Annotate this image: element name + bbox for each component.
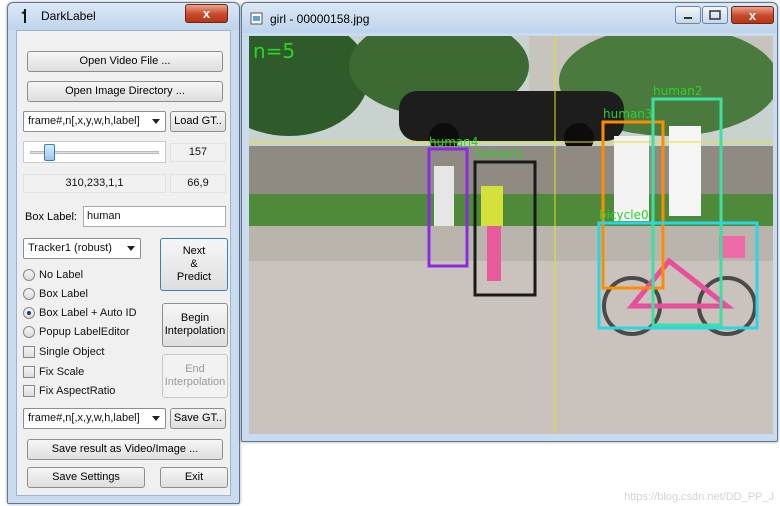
checkbox-fix-scale[interactable]: Fix Scale <box>23 364 84 380</box>
radio-label: Box Label <box>39 288 88 300</box>
checkbox-fix-aspect-ratio[interactable]: Fix AspectRatio <box>23 383 115 399</box>
radio-label: Box Label + Auto ID <box>39 307 137 319</box>
right-titlebar[interactable]: girl - 00000158.jpg x <box>242 3 777 33</box>
radio-button[interactable] <box>23 307 35 319</box>
save-format-value: frame#,n[,x,y,w,h,label] <box>28 412 140 424</box>
left-titlebar[interactable]: DarkLabel x <box>8 3 239 30</box>
image-viewer-window: girl - 00000158.jpg x n=5 human4 human1 … <box>241 2 778 442</box>
image-file-icon <box>250 12 263 25</box>
end-interpolation-button[interactable]: End Interpolation <box>162 354 228 398</box>
close-button[interactable]: x <box>731 6 774 24</box>
checkbox-single-object[interactable]: Single Object <box>23 344 104 360</box>
minimize-button[interactable] <box>675 6 701 24</box>
radio-popup-label-editor[interactable]: Popup LabelEditor <box>23 324 130 340</box>
tracker-value: Tracker1 (robust) <box>28 242 112 254</box>
box-info: 310,233,1,1 <box>23 174 166 193</box>
close-icon: x <box>202 6 211 21</box>
radio-button[interactable] <box>23 269 35 281</box>
window-title: DarkLabel <box>41 9 96 23</box>
frame-slider[interactable] <box>23 141 166 163</box>
radio-no-label[interactable]: No Label <box>23 267 83 283</box>
chevron-down-icon <box>127 246 135 251</box>
radio-button[interactable] <box>23 326 35 338</box>
bbox-label: bicycle0 <box>599 208 649 222</box>
radio-box-label[interactable]: Box Label <box>23 286 88 302</box>
checkbox[interactable] <box>23 346 35 358</box>
radio-box-label-auto-id[interactable]: Box Label + Auto ID <box>23 305 137 321</box>
radio-button[interactable] <box>23 288 35 300</box>
frame-number: 157 <box>170 143 226 162</box>
video-frame: n=5 human4 human1 human3 human2 bicycle0 <box>249 36 773 434</box>
save-format-select[interactable]: frame#,n[,x,y,w,h,label] <box>23 408 166 429</box>
next-predict-button[interactable]: Next & Predict <box>160 238 228 291</box>
tracker-select[interactable]: Tracker1 (robust) <box>23 238 141 259</box>
close-button[interactable]: x <box>185 4 228 23</box>
bbox-label: human4 <box>429 135 479 149</box>
maximize-icon <box>709 10 721 20</box>
open-image-directory-button[interactable]: Open Image Directory ... <box>27 81 223 102</box>
save-gt-button[interactable]: Save GT.. <box>170 408 226 429</box>
box-label-caption: Box Label: <box>25 211 77 223</box>
load-gt-button[interactable]: Load GT.. <box>170 111 226 132</box>
checkbox[interactable] <box>23 385 35 397</box>
bbox-label: human1 <box>475 147 525 161</box>
close-icon: x <box>748 8 757 23</box>
darklabel-app-icon <box>21 9 26 23</box>
box-label-input[interactable]: human <box>83 206 226 227</box>
bbox-label: human2 <box>653 84 703 98</box>
radio-label: Popup LabelEditor <box>39 326 130 338</box>
slider-thumb[interactable] <box>44 144 56 161</box>
maximize-button[interactable] <box>702 6 728 24</box>
begin-interpolation-button[interactable]: Begin Interpolation <box>162 303 228 347</box>
exit-button[interactable]: Exit <box>160 467 228 488</box>
image-canvas[interactable]: n=5 human4 human1 human3 human2 bicycle0 <box>249 36 773 434</box>
checkbox-label: Single Object <box>39 346 105 358</box>
load-format-value: frame#,n[,x,y,w,h,label] <box>28 115 140 127</box>
chevron-down-icon <box>152 416 160 421</box>
radio-label: No Label <box>39 269 84 281</box>
minimize-icon <box>684 17 692 19</box>
load-format-select[interactable]: frame#,n[,x,y,w,h,label] <box>23 111 166 132</box>
darklabel-window: DarkLabel x Open Video File ... Open Ima… <box>7 2 240 504</box>
window-title: girl - 00000158.jpg <box>270 12 370 26</box>
bbox-label: human3 <box>603 107 653 121</box>
checkbox-label: Fix Scale <box>39 366 85 378</box>
checkbox-label: Fix AspectRatio <box>39 385 116 397</box>
watermark: https://blog.csdn.net/DD_PP_J <box>624 491 774 503</box>
checkbox[interactable] <box>23 366 35 378</box>
chevron-down-icon <box>152 119 160 124</box>
object-count: n=5 <box>253 39 295 63</box>
save-result-button[interactable]: Save result as Video/Image ... <box>27 439 223 460</box>
save-settings-button[interactable]: Save Settings <box>27 467 145 488</box>
cursor-info: 66,9 <box>170 174 226 193</box>
open-video-button[interactable]: Open Video File ... <box>27 51 223 72</box>
control-panel: Open Video File ... Open Image Directory… <box>16 30 231 496</box>
